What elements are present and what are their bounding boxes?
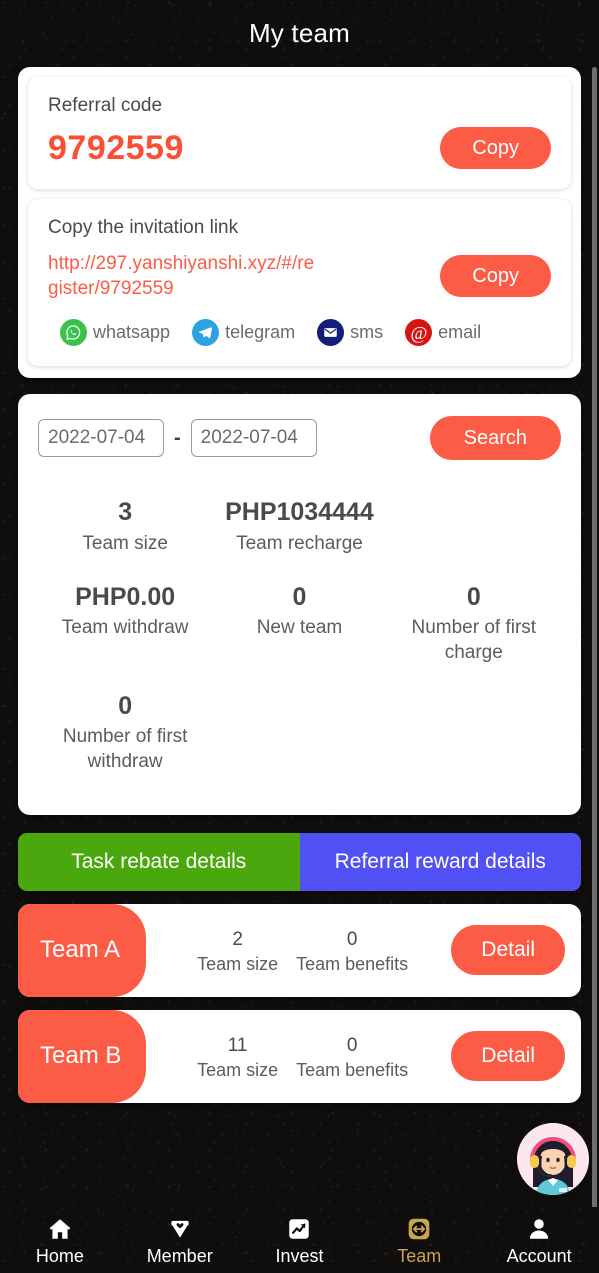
start-date-input[interactable] — [38, 419, 164, 458]
details-tab-bar: Task rebate details Referral reward deta… — [18, 832, 581, 891]
stat-value: 0 — [118, 691, 133, 720]
nav-item-team[interactable]: Team — [359, 1215, 479, 1265]
team-name-badge: Team B — [18, 1009, 146, 1103]
share-whatsapp[interactable]: whatsapp — [60, 319, 171, 347]
stat-label: Number of first withdraw — [62, 726, 188, 773]
nav-item-invest[interactable]: Invest — [240, 1215, 360, 1265]
team-size-stat: 2 Team size — [197, 926, 278, 976]
nav-label: Member — [146, 1246, 213, 1266]
team-stat-label: Team benefits — [296, 1060, 409, 1081]
referral-code-label: Referral code — [48, 95, 163, 116]
stat-team-withdraw: PHP0.00 Team withdraw — [38, 571, 212, 680]
stat-spacer — [387, 486, 561, 570]
team-stats: 2 Team size 0 Team benefits — [146, 926, 451, 976]
stat-label: Team size — [82, 532, 168, 554]
svg-text:@: @ — [410, 323, 427, 343]
team-detail-button[interactable]: Detail — [451, 925, 565, 976]
customer-service-avatar-icon — [517, 1123, 589, 1195]
team-benefits-stat: 0 Team benefits — [296, 1032, 408, 1082]
invitation-link-card: Copy the invitation link http://297.yans… — [28, 199, 571, 367]
share-options: whatsapp telegram sms @ email — [48, 319, 551, 347]
stat-label: New team — [256, 617, 343, 639]
date-range-separator: - — [174, 426, 181, 449]
stat-new-team: 0 New team — [212, 571, 386, 680]
nav-label: Account — [506, 1246, 572, 1266]
telegram-icon — [192, 319, 220, 347]
tab-task-rebate-details[interactable]: Task rebate details — [18, 832, 300, 891]
stat-first-charge: 0 Number of first charge — [387, 571, 561, 680]
stat-team-size: 3 Team size — [38, 486, 212, 570]
share-telegram[interactable]: telegram — [192, 319, 296, 347]
team-stats: 11 Team size 0 Team benefits — [146, 1032, 451, 1082]
stat-value: PHP0.00 — [75, 582, 176, 611]
team-name-badge: Team A — [18, 903, 146, 997]
invitation-link-row: http://297.yanshiyanshi.xyz/#/register/9… — [48, 249, 551, 301]
team-stat-value: 0 — [346, 1034, 358, 1056]
stat-label: Team recharge — [236, 532, 363, 554]
copy-invitation-link-button[interactable]: Copy — [440, 255, 551, 297]
stat-label: Team withdraw — [61, 617, 189, 639]
sms-icon — [317, 319, 345, 347]
nav-label: Invest — [275, 1246, 324, 1266]
stat-value: PHP1034444 — [225, 498, 374, 527]
invitation-link-label: Copy the invitation link — [48, 217, 239, 238]
team-stat-label: Team benefits — [296, 954, 409, 975]
scroll-content: Referral code 9792559 Copy Copy the invi… — [0, 67, 599, 1207]
stat-value: 0 — [292, 582, 307, 611]
date-search-row: - Search — [38, 416, 561, 461]
team-stat-label: Team size — [197, 1060, 279, 1081]
customer-service-button[interactable] — [517, 1123, 589, 1195]
whatsapp-icon — [60, 319, 87, 347]
diamond-heart-icon — [167, 1215, 193, 1242]
bottom-navigation: Home Member Invest Team Account — [0, 1207, 599, 1273]
stat-first-withdraw: 0 Number of first withdraw — [38, 680, 212, 789]
team-stat-value: 2 — [232, 928, 243, 950]
copy-referral-code-button[interactable]: Copy — [440, 127, 551, 169]
share-sms-label: sms — [350, 322, 384, 343]
share-email[interactable]: @ email — [405, 319, 482, 347]
nav-item-member[interactable]: Member — [120, 1215, 240, 1265]
team-row[interactable]: Team A 2 Team size 0 Team benefits Detai… — [18, 903, 581, 997]
email-icon: @ — [405, 319, 433, 347]
team-stat-label: Team size — [197, 954, 279, 975]
tab-referral-reward-details[interactable]: Referral reward details — [299, 832, 581, 891]
team-detail-button[interactable]: Detail — [451, 1031, 565, 1082]
referral-code-row: 9792559 Copy — [48, 127, 551, 169]
referral-code-card: Referral code 9792559 Copy — [28, 77, 571, 189]
share-telegram-label: telegram — [225, 322, 296, 343]
page-title: My team — [248, 18, 351, 48]
scrollbar-thumb[interactable] — [592, 67, 597, 1207]
team-stat-value: 0 — [346, 928, 358, 950]
app-screen: My team Referral code 9792559 Copy Copy … — [0, 0, 599, 1273]
stat-value: 3 — [118, 498, 133, 527]
person-icon — [526, 1215, 552, 1242]
invitation-link-url[interactable]: http://297.yanshiyanshi.xyz/#/register/9… — [48, 249, 318, 301]
team-row[interactable]: Team B 11 Team size 0 Team benefits Deta… — [18, 1009, 581, 1103]
search-button[interactable]: Search — [429, 416, 561, 461]
nav-item-home[interactable]: Home — [0, 1215, 120, 1265]
stats-grid: 3 Team size PHP1034444 Team recharge PHP… — [38, 486, 561, 789]
nav-label: Home — [35, 1246, 84, 1266]
team-benefits-stat: 0 Team benefits — [296, 926, 408, 976]
home-icon — [47, 1215, 73, 1242]
end-date-input[interactable] — [190, 419, 317, 458]
team-stat-value: 11 — [227, 1034, 248, 1056]
nav-label: Team — [397, 1246, 442, 1266]
share-whatsapp-label: whatsapp — [93, 322, 171, 343]
stat-team-recharge: PHP1034444 Team recharge — [212, 486, 386, 570]
chart-trend-icon — [286, 1215, 312, 1242]
referral-code-value: 9792559 — [48, 128, 184, 167]
nav-item-account[interactable]: Account — [479, 1215, 599, 1265]
share-sms[interactable]: sms — [317, 319, 384, 347]
team-stats-panel: - Search 3 Team size PHP1034444 Team rec… — [18, 394, 581, 815]
team-arrows-icon — [406, 1215, 432, 1242]
page-header: My team — [0, 0, 599, 67]
stat-label: Number of first charge — [411, 617, 537, 664]
team-size-stat: 11 Team size — [197, 1032, 278, 1082]
vertical-scrollbar[interactable] — [592, 67, 597, 1207]
stat-value: 0 — [466, 582, 481, 611]
referral-panel: Referral code 9792559 Copy Copy the invi… — [18, 67, 581, 379]
share-email-label: email — [438, 322, 482, 343]
